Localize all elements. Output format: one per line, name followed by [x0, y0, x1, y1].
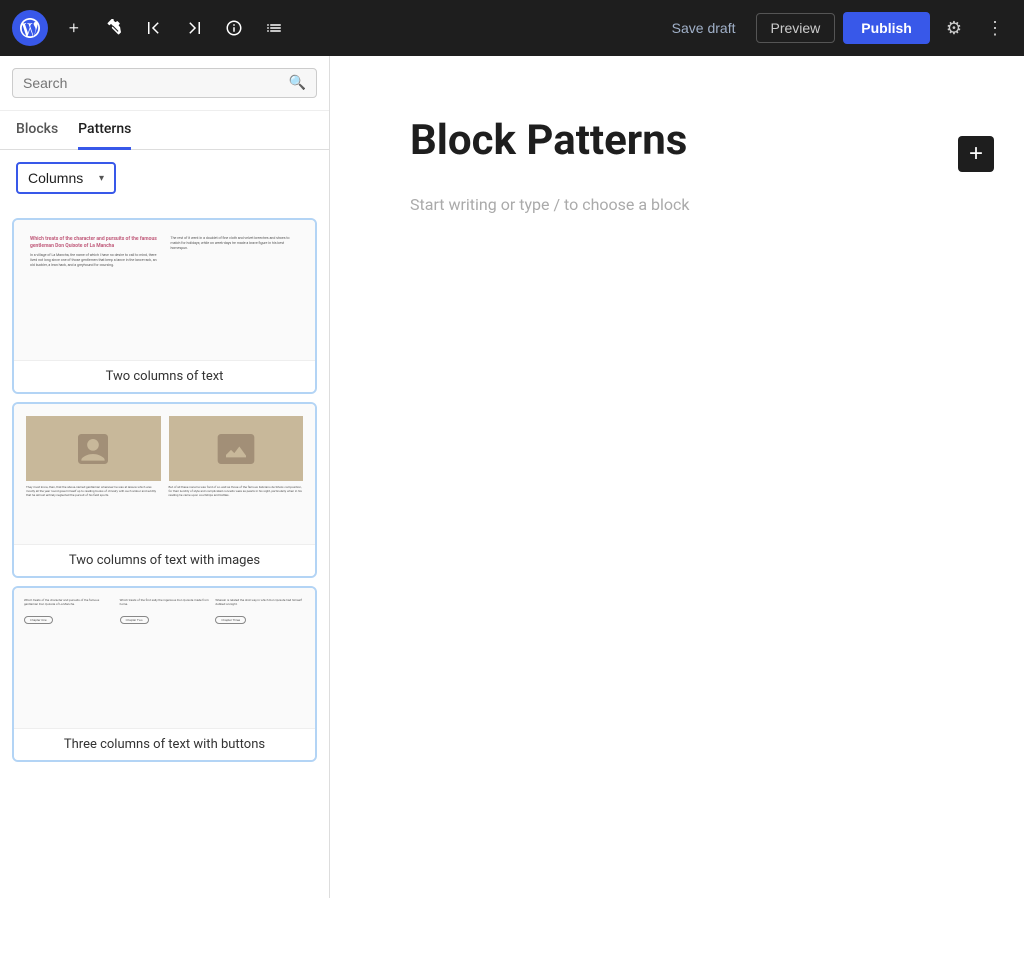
redo-button[interactable]: [176, 10, 212, 46]
preview-button-2: Chapter Two: [120, 616, 149, 624]
preview-col-2: The rest of it went in a doublet of fine…: [171, 236, 300, 268]
search-icon: 🔍: [289, 75, 306, 91]
search-input[interactable]: [23, 75, 281, 91]
chevron-down-icon: ▾: [99, 173, 104, 184]
preview-title: Which treats of the character and pursui…: [30, 236, 159, 249]
publish-button[interactable]: Publish: [843, 12, 930, 44]
options-button[interactable]: ⋮: [978, 12, 1012, 45]
toolbar: Save draft Preview Publish ⚙ ⋮: [0, 0, 1024, 56]
pattern-label-two-col-images: Two columns of text with images: [14, 544, 315, 576]
list-view-button[interactable]: [256, 10, 292, 46]
page-title[interactable]: Block Patterns: [410, 116, 944, 165]
preview-image-1: [26, 416, 161, 481]
columns-select[interactable]: Columns All Text Gallery Media & Text: [28, 170, 91, 186]
list-view-icon: [265, 19, 283, 37]
tab-patterns[interactable]: Patterns: [78, 121, 131, 150]
preview-button-1: Chapter One: [24, 616, 53, 624]
preview-col-1: Which treats of the character and pursui…: [30, 236, 159, 268]
plus-icon: [65, 19, 83, 37]
preview-body-2: The rest of it went in a doublet of fine…: [171, 236, 300, 251]
redo-icon: [185, 19, 203, 37]
search-box: 🔍: [12, 68, 317, 98]
preview-col-a: Which treats of the character and pursui…: [24, 598, 114, 625]
preview-image-2: [169, 416, 304, 481]
preview-col-c: Wherein is related the droll way in whic…: [215, 598, 305, 625]
tools-icon: [105, 19, 123, 37]
preview-three-col: Which treats of the character and pursui…: [24, 598, 305, 625]
pattern-label-three-col-buttons: Three columns of text with buttons: [14, 728, 315, 760]
pattern-preview-two-col-images: They must know, then, that the above-nam…: [14, 404, 315, 544]
pattern-preview-two-col-text: Which treats of the character and pursui…: [14, 220, 315, 360]
pattern-card-three-col-buttons[interactable]: Which treats of the character and pursui…: [12, 586, 317, 762]
settings-button[interactable]: ⚙: [938, 12, 970, 45]
save-draft-button[interactable]: Save draft: [660, 14, 748, 42]
search-area: 🔍: [0, 56, 329, 111]
wp-logo-button[interactable]: [12, 10, 48, 46]
undo-button[interactable]: [136, 10, 172, 46]
patterns-list: Which treats of the character and pursui…: [0, 206, 329, 782]
tab-blocks[interactable]: Blocks: [16, 121, 58, 150]
editor-placeholder[interactable]: Start writing or type / to choose a bloc…: [410, 195, 944, 214]
columns-dropdown[interactable]: Columns All Text Gallery Media & Text ▾: [16, 162, 116, 194]
dropdown-area: Columns All Text Gallery Media & Text ▾: [0, 150, 329, 206]
tabs-bar: Blocks Patterns: [0, 111, 329, 150]
sidebar: 🔍 Blocks Patterns Columns All Text Galle…: [0, 56, 330, 898]
add-block-button[interactable]: [56, 10, 92, 46]
undo-icon: [145, 19, 163, 37]
pattern-card-two-col-images[interactable]: They must know, then, that the above-nam…: [12, 402, 317, 578]
pattern-preview-three-col-buttons: Which treats of the character and pursui…: [14, 588, 315, 728]
preview-col-b: Which treats of the first sally the inge…: [120, 598, 210, 625]
pattern-card-two-col-text[interactable]: Which treats of the character and pursui…: [12, 218, 317, 394]
pattern-label-two-col-text: Two columns of text: [14, 360, 315, 392]
info-icon: [225, 19, 243, 37]
wp-logo-icon: [20, 18, 40, 38]
preview-text-col1: They must know, then, that the above-nam…: [26, 485, 161, 498]
preview-button-3: Chapter Three: [215, 616, 246, 624]
main-editor: Block Patterns Start writing or type / t…: [330, 56, 1024, 898]
details-button[interactable]: [216, 10, 252, 46]
preview-text-col2: But of all these none he was fond of so …: [169, 485, 304, 498]
tools-button[interactable]: [96, 10, 132, 46]
layout: 🔍 Blocks Patterns Columns All Text Galle…: [0, 56, 1024, 898]
preview-body-1: In a village of La Mancha, the name of w…: [30, 253, 159, 268]
add-block-inline-button[interactable]: +: [958, 136, 994, 172]
preview-button[interactable]: Preview: [756, 13, 836, 43]
